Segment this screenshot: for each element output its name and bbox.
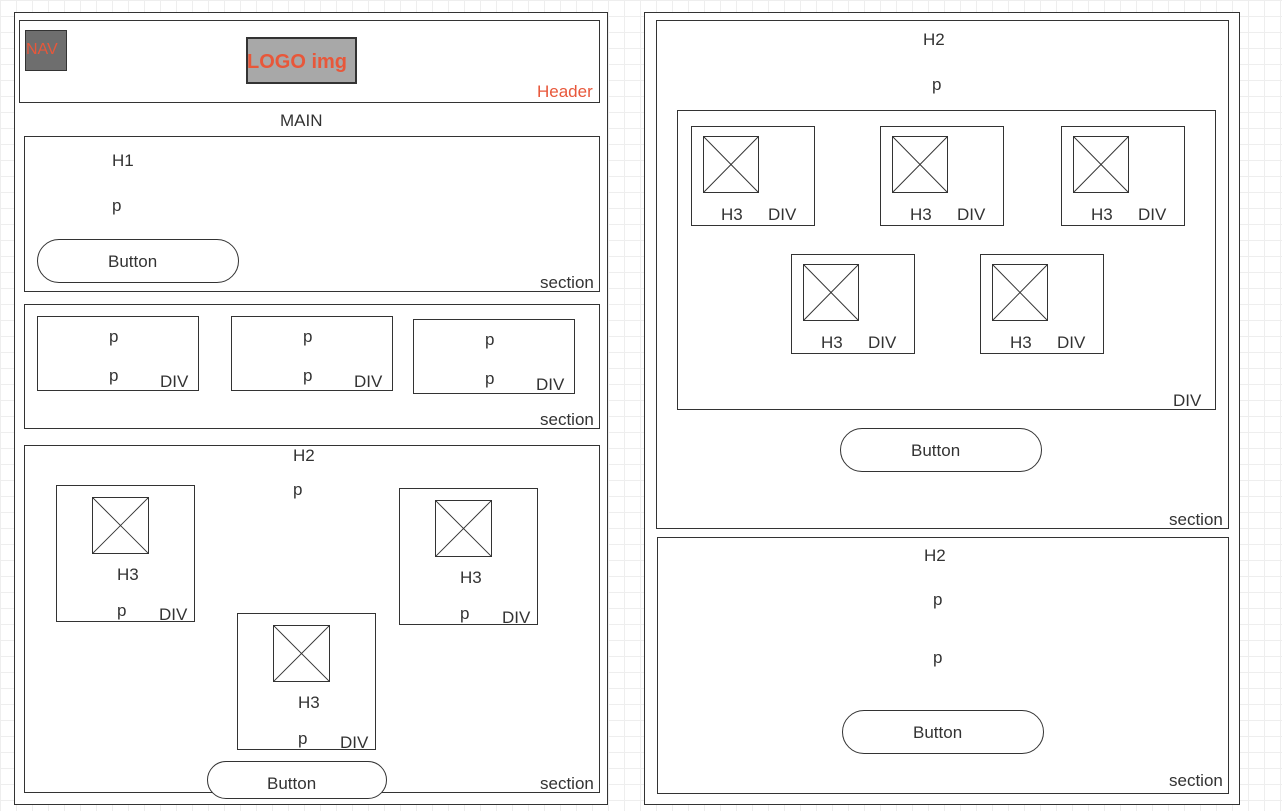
gallery-item-h3: H3 bbox=[910, 205, 932, 224]
card-paragraph-2: p bbox=[485, 369, 495, 388]
gallery-item-div-label: DIV bbox=[1138, 205, 1167, 224]
logo-label: LOGO img bbox=[247, 51, 347, 73]
main-label: MAIN bbox=[280, 111, 323, 130]
gallery-item-div-label: DIV bbox=[957, 205, 986, 224]
features-paragraph: p bbox=[293, 480, 303, 499]
hero-section-label: section bbox=[540, 273, 594, 292]
image-placeholder-icon bbox=[92, 497, 149, 554]
feature-card-div-label: DIV bbox=[159, 605, 188, 624]
feature-card-h3: H3 bbox=[460, 568, 482, 587]
gallery-item-h3: H3 bbox=[1010, 333, 1032, 352]
features-section-label: section bbox=[540, 774, 594, 793]
gallery-h2: H2 bbox=[923, 30, 945, 49]
feature-card-paragraph: p bbox=[460, 604, 470, 623]
image-placeholder-icon bbox=[892, 136, 948, 193]
gallery-button-label: Button bbox=[911, 441, 961, 460]
image-placeholder-icon bbox=[435, 500, 492, 557]
gallery-item-h3: H3 bbox=[1091, 205, 1113, 224]
contact-paragraph-2: p bbox=[933, 648, 943, 667]
gallery-item-h3: H3 bbox=[721, 205, 743, 224]
card-paragraph-1: p bbox=[303, 327, 313, 346]
gallery-item-h3: H3 bbox=[821, 333, 843, 352]
gallery-item-div-label: DIV bbox=[768, 205, 797, 224]
image-placeholder-icon bbox=[992, 264, 1048, 321]
feature-card-h3: H3 bbox=[298, 693, 320, 712]
card-div-label: DIV bbox=[536, 375, 565, 394]
gallery-grid-div-label: DIV bbox=[1173, 391, 1202, 410]
nav-label: NAV bbox=[26, 41, 58, 58]
gallery-section-label: section bbox=[1169, 510, 1223, 529]
contact-button-label: Button bbox=[913, 723, 963, 742]
feature-card-paragraph: p bbox=[298, 729, 308, 748]
card-div-label: DIV bbox=[160, 372, 189, 391]
gallery-item-div-label: DIV bbox=[1057, 333, 1086, 352]
feature-card-div-label: DIV bbox=[340, 733, 369, 752]
hero-paragraph: p bbox=[112, 196, 122, 215]
card-paragraph-1: p bbox=[109, 327, 119, 346]
image-placeholder-icon bbox=[803, 264, 859, 321]
contact-section-label: section bbox=[1169, 771, 1223, 790]
card-paragraph-2: p bbox=[303, 366, 313, 385]
hero-h1: H1 bbox=[112, 151, 134, 170]
card-paragraph-2: p bbox=[109, 366, 119, 385]
feature-card-div-label: DIV bbox=[502, 608, 531, 627]
header-label: Header bbox=[537, 82, 593, 101]
feature-card-paragraph: p bbox=[117, 601, 127, 620]
card-paragraph-1: p bbox=[485, 330, 495, 349]
contact-paragraph-1: p bbox=[933, 590, 943, 609]
cards-section-label: section bbox=[540, 410, 594, 429]
features-h2: H2 bbox=[293, 446, 315, 465]
contact-h2: H2 bbox=[924, 546, 946, 565]
gallery-item-div-label: DIV bbox=[868, 333, 897, 352]
features-button-label: Button bbox=[267, 774, 317, 793]
gallery-paragraph: p bbox=[932, 75, 942, 94]
feature-card-h3: H3 bbox=[117, 565, 139, 584]
card-div-label: DIV bbox=[354, 372, 383, 391]
hero-button-label: Button bbox=[108, 252, 158, 271]
image-placeholder-icon bbox=[1073, 136, 1129, 193]
image-placeholder-icon bbox=[703, 136, 759, 193]
image-placeholder-icon bbox=[273, 625, 330, 682]
contact-section bbox=[657, 537, 1229, 794]
